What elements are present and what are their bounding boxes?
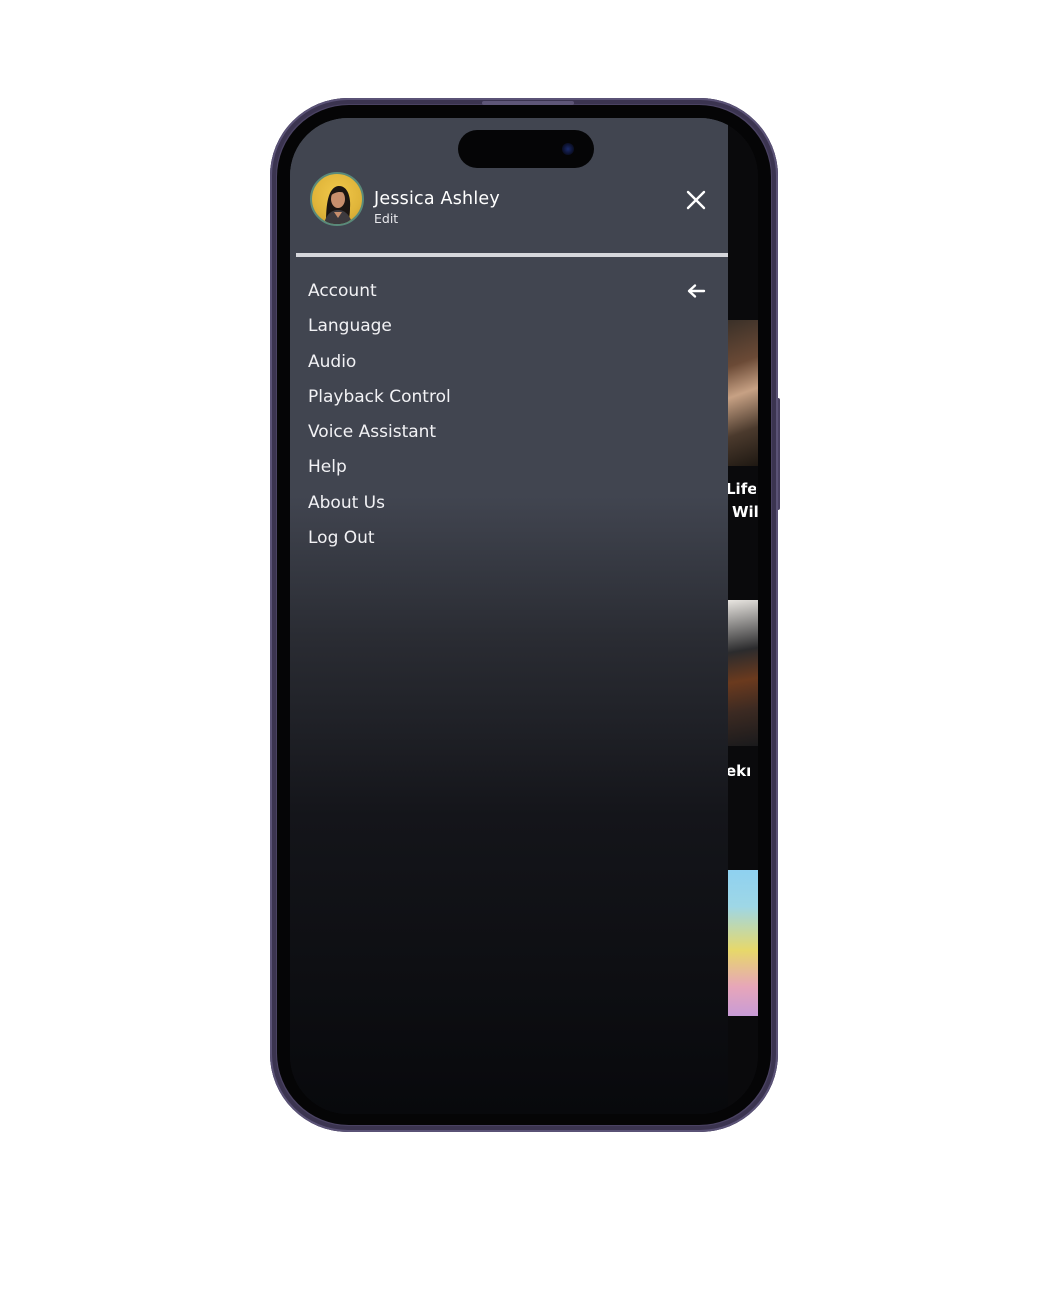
menu-item-label: Playback Control [308,386,451,407]
back-button[interactable] [686,283,706,299]
stage: Life Wil ekı Jessica Ashley Edit Account… [0,0,1050,1300]
side-drawer: Jessica Ashley Edit Account Language Aud… [290,118,728,1114]
menu-item-label: Voice Assistant [308,422,437,443]
menu-item-help[interactable]: Help [290,450,728,485]
menu-item-label: Account [308,281,377,301]
menu-item-audio[interactable]: Audio [290,345,728,380]
menu-item-label: Language [308,316,392,337]
artist-card-image[interactable] [728,320,758,466]
menu-item-voice-assistant[interactable]: Voice Assistant [290,415,728,450]
menu-item-label: Log Out [308,528,375,549]
user-avatar-icon [324,185,352,224]
menu-item-account[interactable]: Account [290,274,728,309]
close-icon [686,190,706,210]
menu-item-about-us[interactable]: About Us [290,486,728,521]
dynamic-island [458,130,594,168]
menu-item-label: Audio [308,351,357,372]
artist-card-image[interactable] [728,600,758,746]
artist-card-title: Life [726,480,756,498]
album-card-image[interactable] [728,870,758,1016]
arrow-left-icon [687,284,706,298]
profile-name: Jessica Ashley [374,189,500,209]
artist-card-subtitle: Wil [732,503,758,521]
edit-profile-link[interactable]: Edit [374,211,398,226]
close-button[interactable] [684,188,708,212]
avatar[interactable] [310,172,364,226]
settings-menu: Account Language Audio Playback Control … [290,274,728,556]
menu-item-label: About Us [308,492,385,513]
menu-item-log-out[interactable]: Log Out [290,521,728,556]
menu-item-label: Help [308,457,347,478]
phone-screen: Life Wil ekı Jessica Ashley Edit Account… [290,118,758,1114]
header-divider [296,253,728,257]
camera-icon [562,143,574,155]
artist-card-title: ekı [726,762,752,780]
menu-item-playback-control[interactable]: Playback Control [290,380,728,415]
speaker-grille [482,101,574,105]
menu-item-language[interactable]: Language [290,309,728,344]
